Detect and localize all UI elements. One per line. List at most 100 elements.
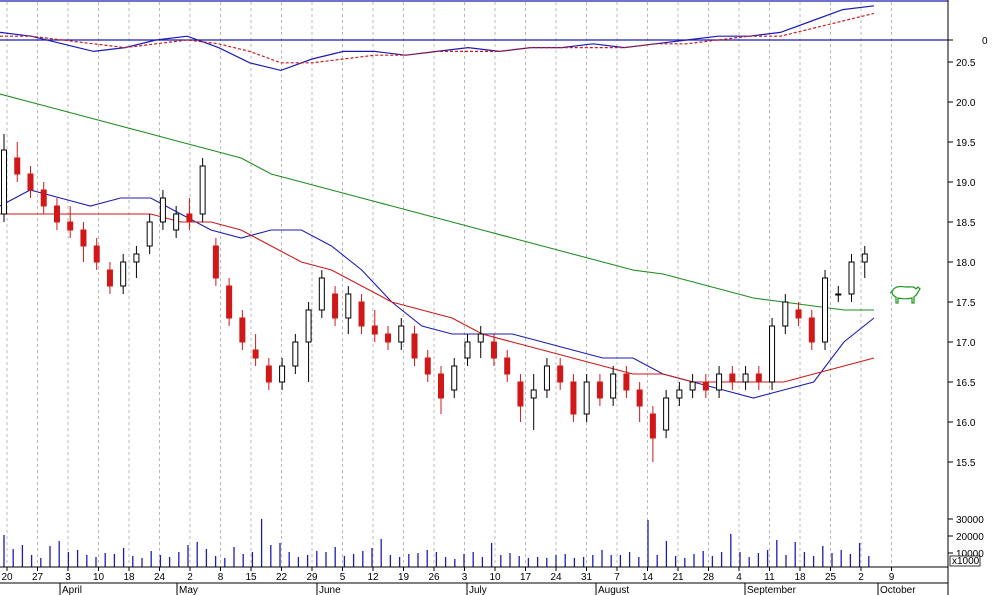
candle-up — [345, 293, 352, 319]
price-tick-label: 16.0 — [956, 418, 976, 429]
candle-up — [610, 373, 617, 399]
date-tick-label: 18 — [123, 572, 135, 583]
volume-tick-label: 30000 — [956, 515, 984, 526]
candle-up — [782, 301, 789, 327]
candle-down — [53, 205, 60, 223]
candle-up — [530, 389, 537, 399]
candle-up — [318, 277, 325, 311]
candle-down — [808, 317, 815, 343]
price-tick-label: 19.0 — [956, 178, 976, 189]
date-tick-label: 5 — [340, 572, 346, 583]
candle-up — [1, 149, 7, 215]
candle-down — [504, 357, 511, 375]
candle-down — [14, 157, 21, 175]
price-tick-label: 20.0 — [956, 98, 976, 109]
price-tick-label: 19.5 — [956, 138, 976, 149]
candle-down — [67, 221, 74, 231]
candle-down — [385, 333, 392, 343]
candle-down — [371, 325, 378, 335]
price-tick-label: 17.5 — [956, 298, 976, 309]
month-label: May — [179, 585, 198, 595]
candle-up — [716, 373, 723, 391]
candle-down — [358, 301, 365, 327]
date-tick-label: 12 — [367, 572, 379, 583]
candle-up — [822, 277, 829, 343]
candle-down — [212, 245, 219, 279]
candle-down — [517, 381, 524, 407]
date-tick-label: 15 — [245, 572, 257, 583]
candle-up — [835, 293, 842, 296]
candle-down — [411, 333, 418, 359]
price-tick-label: 16.5 — [956, 378, 976, 389]
candle-down — [649, 413, 656, 439]
candle-up — [199, 165, 206, 215]
date-tick-label: 26 — [428, 572, 440, 583]
candle-down — [636, 389, 643, 407]
date-tick-label: 24 — [550, 572, 562, 583]
candle-up — [120, 261, 127, 287]
candle-down — [265, 365, 272, 383]
date-tick-label: 7 — [614, 572, 620, 583]
candle-down — [186, 213, 193, 223]
candle-down — [106, 269, 113, 287]
price-tick-label: 15.5 — [956, 458, 976, 469]
date-tick-label: 18 — [794, 572, 806, 583]
candle-up — [769, 325, 776, 383]
month-label: July — [469, 585, 487, 595]
candle-up — [689, 381, 696, 391]
date-tick-label: 27 — [32, 572, 44, 583]
candle-down — [226, 285, 233, 319]
date-tick-label: 2 — [858, 572, 864, 583]
date-tick-label: 19 — [398, 572, 410, 583]
candle-up — [133, 253, 140, 263]
candle-down — [252, 349, 259, 359]
candle-up — [159, 197, 166, 223]
candle-down — [80, 229, 87, 247]
price-tick-label: 17.0 — [956, 338, 976, 349]
date-tick-label: 4 — [736, 572, 742, 583]
candle-down — [40, 189, 47, 207]
candle-up — [861, 253, 868, 263]
date-tick-label: 20 — [1, 572, 13, 583]
date-tick-label: 25 — [825, 572, 837, 583]
candle-up — [292, 341, 299, 367]
date-tick-label: 3 — [462, 572, 468, 583]
candle-up — [173, 213, 180, 231]
stock-chart: 15.5 16.0 16.5 17.0 17.5 18.0 18.5 19.0 19.5 20.0… — [0, 0, 994, 595]
candle-up — [451, 365, 458, 391]
month-label: August — [598, 585, 629, 595]
chart-background — [0, 0, 994, 595]
date-tick-label: 21 — [672, 572, 684, 583]
date-tick-label: 17 — [520, 572, 532, 583]
date-tick-label: 3 — [65, 572, 71, 583]
date-tick-label: 14 — [642, 572, 654, 583]
date-tick-label: 9 — [889, 572, 895, 583]
month-label: June — [319, 585, 341, 595]
candle-down — [729, 373, 736, 383]
candle-down — [239, 317, 246, 343]
date-tick-label: 28 — [703, 572, 715, 583]
candle-down — [557, 365, 564, 383]
candle-down — [424, 357, 431, 375]
candle-down — [702, 381, 709, 391]
date-tick-label: 31 — [581, 572, 593, 583]
candle-up — [583, 381, 590, 415]
candle-up — [305, 309, 312, 343]
date-tick-label: 10 — [489, 572, 501, 583]
date-tick-label: 24 — [154, 572, 166, 583]
candle-up — [848, 261, 855, 295]
date-tick-label: 8 — [218, 572, 224, 583]
month-label: September — [747, 585, 797, 595]
date-tick-label: 2 — [187, 572, 193, 583]
candle-up — [676, 389, 683, 399]
month-label: April — [62, 585, 82, 595]
candle-down — [755, 373, 762, 383]
candle-up — [146, 221, 153, 247]
date-tick-label: 10 — [93, 572, 105, 583]
date-tick-label: 11 — [764, 572, 775, 583]
candle-down — [623, 373, 630, 391]
price-tick-label: 18.5 — [956, 218, 976, 229]
price-tick-label: 20.5 — [956, 58, 976, 69]
candle-down — [570, 381, 577, 415]
candle-down — [490, 341, 497, 359]
